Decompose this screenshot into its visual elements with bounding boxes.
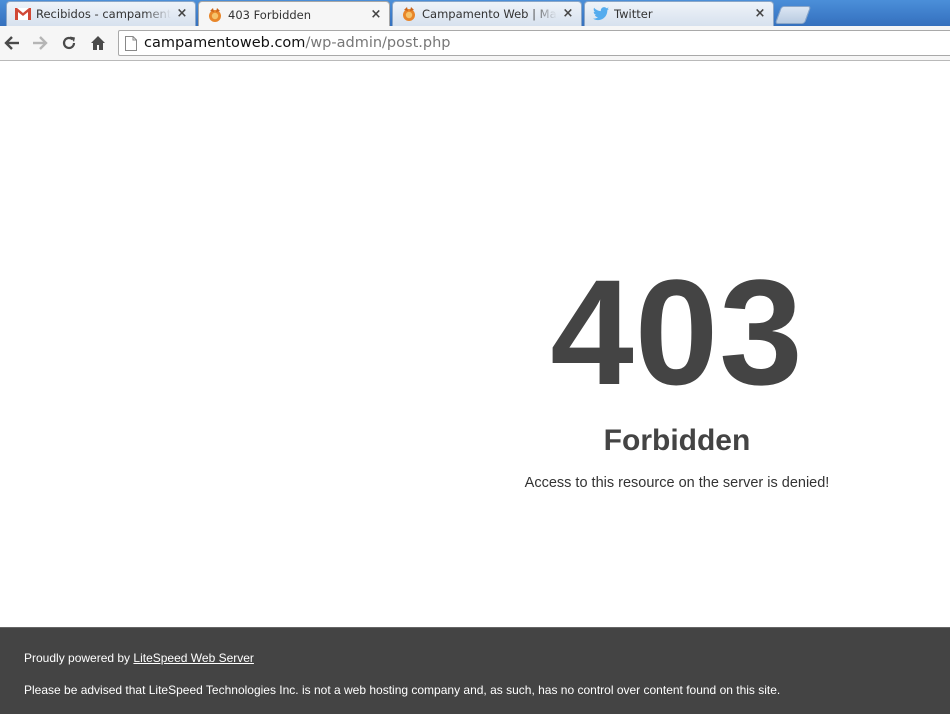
page-footer: Proudly powered by LiteSpeed Web Server … xyxy=(0,627,950,714)
address-bar[interactable]: campamentoweb.com/wp-admin/post.php xyxy=(118,30,950,56)
tab-close-icon[interactable]: × xyxy=(561,7,575,21)
twitter-icon xyxy=(593,6,609,22)
campamento-web-icon xyxy=(401,6,417,22)
tab-close-icon[interactable]: × xyxy=(369,7,383,22)
disclaimer-text: Please be advised that LiteSpeed Technol… xyxy=(24,683,781,697)
error-block: 403 Forbidden Access to this resource on… xyxy=(476,257,878,491)
campamento-web-icon xyxy=(207,7,223,23)
new-tab-button[interactable] xyxy=(774,6,812,24)
powered-by-line: Proudly powered by LiteSpeed Web Server xyxy=(24,651,254,665)
browser-toolbar: campamentoweb.com/wp-admin/post.php xyxy=(0,26,950,61)
forward-arrow-icon[interactable] xyxy=(28,31,52,55)
litespeed-link[interactable]: LiteSpeed Web Server xyxy=(133,651,254,665)
url-host: campamentoweb.com xyxy=(144,35,306,51)
back-arrow-icon[interactable] xyxy=(0,31,24,55)
powered-by-text: Proudly powered by xyxy=(24,651,134,665)
tab-close-icon[interactable]: × xyxy=(753,7,767,21)
home-icon[interactable] xyxy=(86,31,110,55)
page-icon xyxy=(125,35,137,51)
tab-twitter[interactable]: Twitter × xyxy=(584,1,774,26)
tab-campamento-web[interactable]: Campamento Web | Mark × xyxy=(392,1,582,26)
error-description: Access to this resource on the server is… xyxy=(524,475,830,491)
tab-title: 403 Forbidden xyxy=(228,7,312,22)
error-code: 403 xyxy=(550,248,804,416)
tab-gmail[interactable]: Recibidos - campamentow × xyxy=(6,1,196,26)
gmail-icon xyxy=(15,6,31,22)
url-path: /wp-admin/post.php xyxy=(305,35,451,51)
error-title: Forbidden xyxy=(603,424,751,457)
tab-strip: Recibidos - campamentow × 403 Forbidden … xyxy=(0,0,950,26)
tab-title: Twitter xyxy=(614,7,653,21)
tab-close-icon[interactable]: × xyxy=(175,7,189,21)
reload-icon[interactable] xyxy=(57,31,81,55)
page-content: 403 Forbidden Access to this resource on… xyxy=(0,61,950,627)
tab-403-forbidden[interactable]: 403 Forbidden × xyxy=(198,1,390,26)
tab-title: Campamento Web | Mark xyxy=(422,7,557,21)
tab-title: Recibidos - campamentow xyxy=(36,7,171,21)
